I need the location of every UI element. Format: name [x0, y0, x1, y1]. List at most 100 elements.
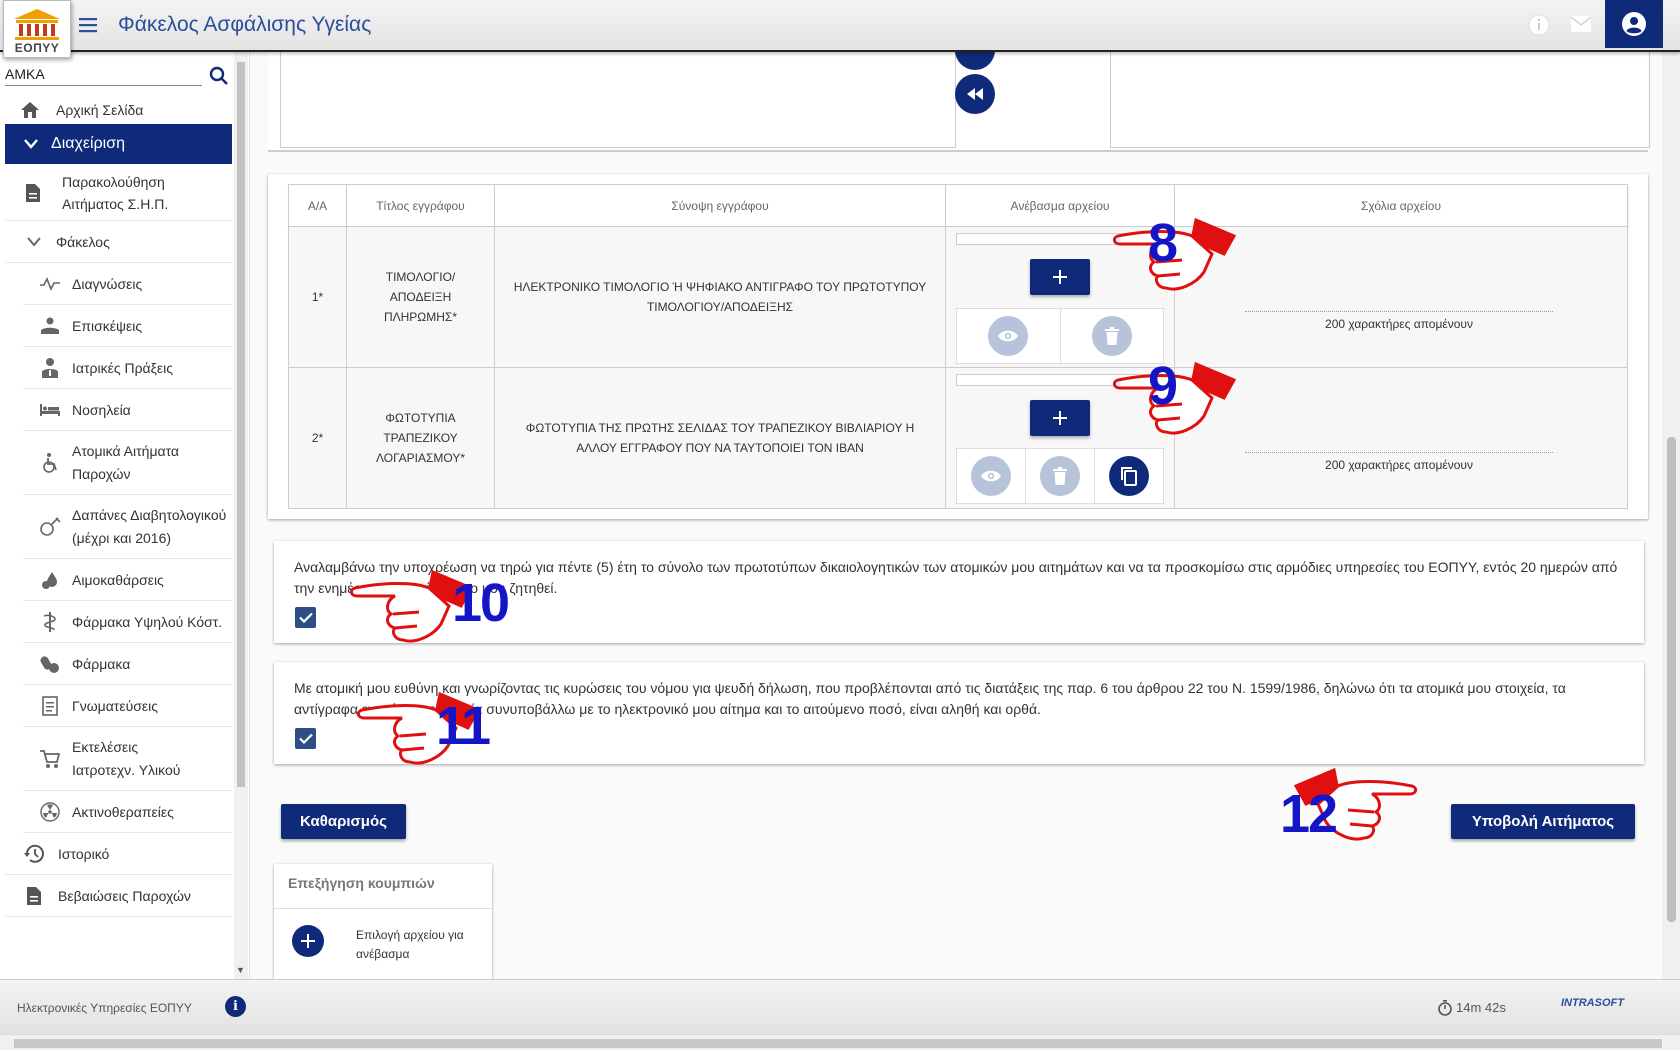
available-list-box[interactable]: [280, 52, 956, 148]
menu-icon[interactable]: [77, 14, 99, 36]
declaration-checkbox[interactable]: [295, 728, 316, 749]
col-header-number: Α/Α: [288, 184, 347, 227]
move-all-left-button[interactable]: [955, 74, 995, 114]
app-title: Φάκελος Ασφάλισης Υγείας: [118, 13, 372, 36]
delete-file-button[interactable]: [1040, 456, 1080, 496]
eye-icon: [998, 330, 1019, 342]
syringe-icon: [38, 515, 62, 539]
scroll-down-arrow-icon[interactable]: ▼: [236, 965, 245, 975]
sidebar-item-visits[interactable]: Επισκέψεις: [23, 305, 232, 347]
sidebar-item-diabetes-expenses[interactable]: Δαπάνες Διαβητολογικού (μέχρι και 2016): [23, 495, 232, 559]
scrollbar-thumb[interactable]: [237, 62, 245, 787]
divider: [274, 908, 492, 909]
stopwatch-icon: [1438, 1000, 1452, 1016]
sidebar-item-individual-requests[interactable]: Ατομικά Αιτήματα Παροχών: [23, 431, 232, 495]
double-arrow-left-icon: [967, 88, 983, 100]
char-counter: 200 χαρακτήρες απομένουν: [1325, 458, 1473, 472]
plus-icon: [1053, 270, 1067, 284]
account-button[interactable]: [1605, 0, 1663, 48]
documents-table: Α/Α Τίτλος εγγράφου Σύνοψη εγγράφου Ανέβ…: [288, 184, 1628, 509]
comments-cell[interactable]: 200 χαρακτήρες απομένουν: [1174, 226, 1628, 368]
sidebar-item-folder[interactable]: Φάκελος: [5, 221, 232, 263]
cart-icon: [38, 747, 62, 771]
file-actions: [956, 308, 1164, 364]
comment-input[interactable]: [1245, 452, 1553, 453]
col-header-summary: Σύνοψη εγγράφου: [494, 184, 946, 227]
move-right-button[interactable]: [955, 52, 995, 70]
main-scrollbar[interactable]: [1662, 52, 1680, 979]
view-file-button[interactable]: [971, 456, 1011, 496]
row-title: ΦΩΤΟΤΥΠΙΑ ΤΡΑΠΕΖΙΚΟΥ ΛΟΓΑΡΙΑΣΜΟΥ*: [346, 367, 495, 509]
top-bar: Φάκελος Ασφάλισης Υγείας: [0, 0, 1680, 52]
blood-icon: [38, 568, 62, 592]
sidebar-item-drugs[interactable]: Φάρμακα: [23, 643, 232, 685]
status-bar: Ηλεκτρονικές Υπηρεσίες ΕΟΠΥΥ i 14m 42s I…: [0, 979, 1680, 1034]
sidebar-item-benefit-certificates[interactable]: Βεβαιώσεις Παροχών: [5, 875, 232, 917]
sidebar-item-request-tracking[interactable]: Παρακολούθηση Αιτήματος Σ.Η.Π.: [5, 165, 232, 221]
annotation-number: 9: [1148, 356, 1178, 416]
declaration-checkbox[interactable]: [295, 607, 316, 628]
pharmacy-icon: [38, 610, 62, 634]
info-icon[interactable]: i: [225, 996, 246, 1017]
chevron-down-icon: [19, 132, 43, 156]
sidebar-item-medical-supplies[interactable]: Εκτελέσεις Ιατροτεχν. Υλικού: [23, 727, 232, 791]
sidebar-item-medical-acts[interactable]: Ιατρικές Πράξεις: [23, 347, 232, 389]
comments-cell[interactable]: 200 χαρακτήρες απομένουν: [1174, 367, 1628, 509]
sidebar-item-management[interactable]: Διαχείριση: [5, 124, 232, 164]
building-logo-icon: [14, 9, 60, 40]
table-row: 1* ΤΙΜΟΛΟΓΙΟ/ ΑΠΟΔΕΙΞΗ ΠΛΗΡΩΜΗΣ* ΗΛΕΚΤΡΟ…: [288, 226, 1628, 368]
sidebar-item-diagnoses[interactable]: Διαγνώσεις: [23, 263, 232, 305]
trash-icon: [1053, 467, 1067, 485]
copy-file-button[interactable]: [1109, 456, 1149, 496]
home-icon: [18, 98, 42, 122]
legend-add-icon: [292, 925, 324, 957]
sidebar-scrollbar[interactable]: ▼: [234, 52, 248, 979]
vendor-logo: INTRASOFT: [1561, 997, 1624, 1009]
session-timer: 14m 42s: [1437, 999, 1506, 1016]
chevron-down-icon: [22, 230, 46, 254]
sidebar-item-history[interactable]: Ιστορικό: [5, 833, 232, 875]
annotation-number: 10: [452, 573, 510, 633]
horizontal-scrollbar[interactable]: [0, 1034, 1680, 1050]
checkmark-icon: [298, 733, 313, 744]
document-icon: [21, 181, 45, 205]
sidebar-item-hospitalization[interactable]: Νοσηλεία: [23, 389, 232, 431]
comment-input[interactable]: [1245, 311, 1553, 312]
sidebar-item-radiotherapy[interactable]: Ακτινοθεραπείες: [23, 791, 232, 833]
buttons-legend: Επεξήγηση κουμπιών Επιλογή αρχείου για α…: [274, 864, 492, 979]
row-summary: ΗΛΕΚΤΡΟΝΙΚΟ ΤΙΜΟΛΟΓΙΟ Ή ΨΗΦΙΑΚΟ ΑΝΤΙΓΡΑΦ…: [494, 226, 946, 368]
table-row: 2* ΦΩΤΟΤΥΠΙΑ ΤΡΑΠΕΖΙΚΟΥ ΛΟΓΑΡΙΑΣΜΟΥ* ΦΩΤ…: [288, 367, 1628, 509]
info-icon[interactable]: [1527, 13, 1551, 40]
declaration-text: Με ατομική μου ευθύνη και γνωρίζοντας τι…: [294, 680, 1566, 717]
mail-icon[interactable]: [1570, 15, 1592, 36]
annotation-number: 8: [1148, 213, 1178, 273]
annotation-number: 11: [436, 696, 491, 756]
delete-file-button[interactable]: [1091, 316, 1132, 356]
amka-search-input[interactable]: ΑΜΚΑ: [5, 64, 202, 86]
eye-icon: [981, 470, 1001, 482]
char-counter: 200 χαρακτήρες απομένουν: [1325, 317, 1473, 331]
trash-icon: [1104, 327, 1119, 345]
sidebar-item-referrals[interactable]: Γνωματεύσεις: [23, 685, 232, 727]
selected-list-box[interactable]: [1110, 52, 1650, 148]
scrollbar-thumb[interactable]: [1667, 437, 1676, 922]
sidebar-item-dialysis[interactable]: Αιμοκαθάρσεις: [23, 559, 232, 601]
history-icon: [22, 842, 46, 866]
sidebar-item-high-cost-drugs[interactable]: Φάρμακα Υψηλού Κόστ.: [23, 601, 232, 643]
clear-button[interactable]: Καθαρισμός: [281, 804, 406, 839]
add-file-button[interactable]: [1030, 400, 1090, 436]
document-icon: [22, 884, 46, 908]
add-file-button[interactable]: [1030, 259, 1090, 295]
status-text: Ηλεκτρονικές Υπηρεσίες ΕΟΠΥΥ: [17, 1001, 192, 1015]
legend-title: Επεξήγηση κουμπιών: [288, 875, 435, 891]
scrollbar-thumb[interactable]: [14, 1039, 1662, 1048]
search-icon[interactable]: [209, 66, 229, 89]
submit-button[interactable]: Υποβολή Αιτήματος: [1451, 804, 1635, 839]
eopyy-logo[interactable]: ΕΟΠΥΥ: [3, 0, 71, 58]
view-file-button[interactable]: [988, 316, 1029, 356]
account-icon: [1622, 12, 1646, 36]
documents-card: Α/Α Τίτλος εγγράφου Σύνοψη εγγράφου Ανέβ…: [268, 174, 1648, 519]
pills-icon: [38, 652, 62, 676]
logo-text: ΕΟΠΥΥ: [14, 41, 60, 55]
notes-icon: [38, 694, 62, 718]
